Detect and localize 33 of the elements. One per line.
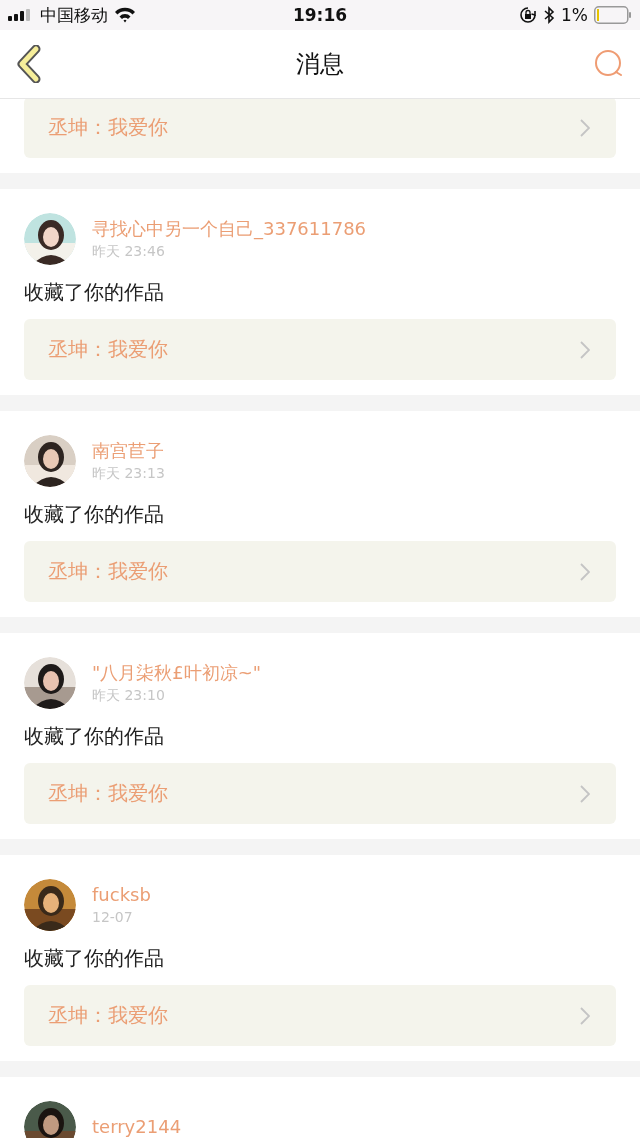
message-time: 昨天 23:13 <box>92 464 165 482</box>
bluetooth-icon <box>543 6 555 24</box>
battery-icon <box>594 6 632 24</box>
user-name[interactable]: "八月柒秋£叶初凉~" <box>92 662 262 684</box>
user-name[interactable]: 南宫苣子 <box>92 440 164 462</box>
message-time: 昨天 23:10 <box>92 686 165 704</box>
user-name[interactable]: fucksb <box>92 884 151 906</box>
chevron-right-icon <box>580 784 590 803</box>
clock-time: 19:16 <box>292 5 348 25</box>
quoted-work-link[interactable]: 丞坤：我爱你 <box>24 763 616 824</box>
quoted-work-link[interactable]: 丞坤：我爱你 <box>24 541 616 602</box>
chevron-right-icon <box>580 562 590 581</box>
user-name[interactable]: 寻找心中另一个自己_337611786 <box>92 218 367 240</box>
quoted-work-link[interactable]: 丞坤：我爱你 <box>24 985 616 1046</box>
wifi-icon <box>114 7 136 23</box>
chevron-right-icon <box>580 1006 590 1025</box>
chevron-right-icon <box>580 340 590 359</box>
chevron-right-icon <box>580 118 590 137</box>
action-text: 收藏了你的作品 <box>24 279 164 306</box>
action-text: 收藏了你的作品 <box>24 723 164 750</box>
carrier-name: 中国移动 <box>40 3 108 27</box>
search-icon <box>594 49 624 79</box>
rotation-lock-icon <box>519 6 537 24</box>
quoted-work-link[interactable]: 丞坤：我爱你 <box>24 319 616 380</box>
action-text: 收藏了你的作品 <box>24 945 164 972</box>
message-time: 昨天 23:46 <box>92 242 165 260</box>
message-time: 12-07 <box>92 908 133 926</box>
page-title: 消息 <box>296 49 344 80</box>
battery-percent: 1% <box>561 5 588 25</box>
action-text: 收藏了你的作品 <box>24 501 164 528</box>
quoted-work-link[interactable]: 丞坤：我爱你 <box>24 99 616 158</box>
back-icon <box>16 45 42 83</box>
user-name[interactable]: terry2144 <box>92 1116 182 1138</box>
